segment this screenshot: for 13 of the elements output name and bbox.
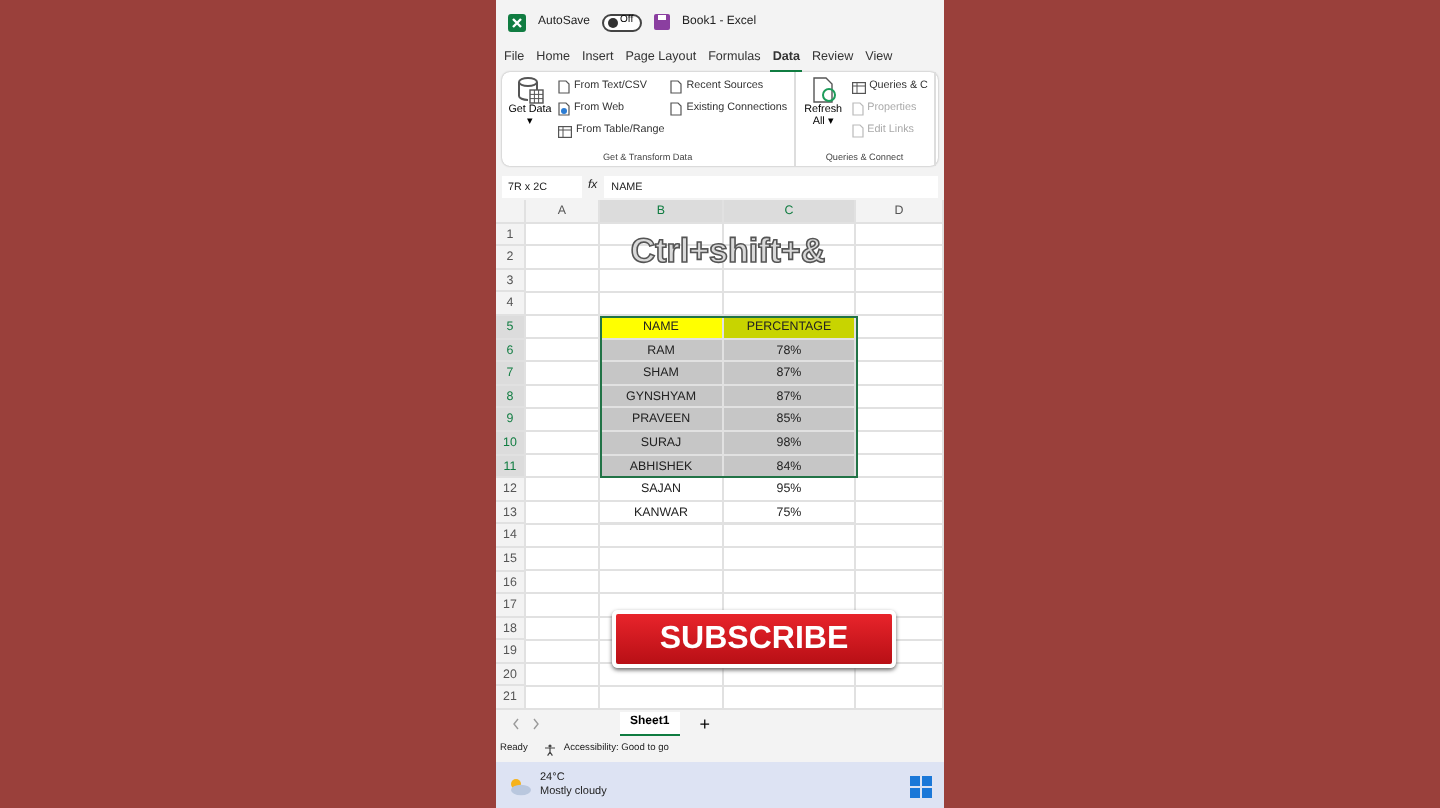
windows-start-icon[interactable] bbox=[910, 775, 932, 798]
sheet-nav-icon[interactable] bbox=[512, 718, 540, 731]
save-icon bbox=[654, 14, 671, 30]
web-document-icon bbox=[558, 102, 570, 116]
table-icon bbox=[558, 125, 572, 137]
sheet-heading: Ctrl+shift+& bbox=[628, 230, 828, 274]
document-icon bbox=[558, 80, 570, 94]
excel-logo-icon bbox=[508, 13, 526, 31]
table-icon bbox=[851, 81, 866, 93]
subscribe-button[interactable]: SUBSCRIBE bbox=[612, 610, 896, 668]
cloud-sun-icon[interactable] bbox=[508, 776, 532, 797]
accessibility-icon[interactable] bbox=[543, 744, 556, 757]
add-sheet-button[interactable]: + bbox=[699, 715, 710, 734]
